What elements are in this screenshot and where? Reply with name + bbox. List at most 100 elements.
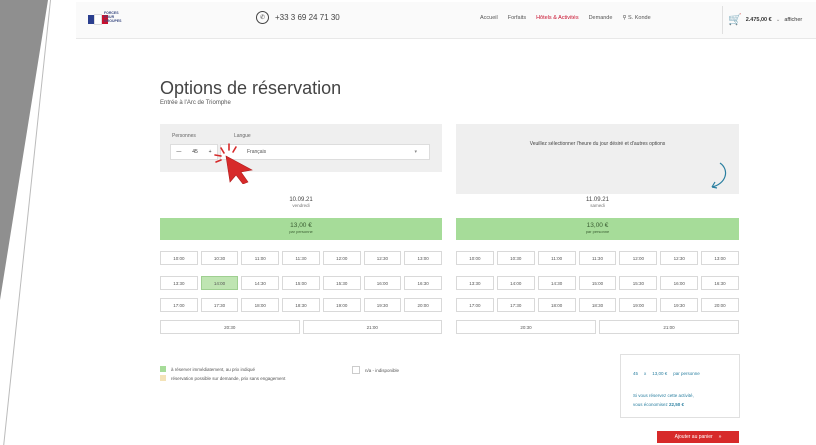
legend-text: réservation possible sur demande, prix s… (171, 375, 286, 381)
time-slot[interactable]: 18:30 (578, 298, 617, 312)
legend-text: n/a - indisponible (365, 367, 400, 373)
day-price-2: 13,00 € par personne (456, 218, 739, 240)
time-slot[interactable]: 13:30 (456, 276, 494, 290)
logo-text: FORCES POUR GROUPES (104, 11, 122, 23)
time-slot[interactable]: 19:00 (619, 298, 658, 312)
phone-number: +33 3 69 24 71 30 (275, 13, 340, 22)
savings-line1: Si vous réservez cette activité, (633, 393, 694, 398)
summary-price-row: 45 x 13,00 € par personne (633, 371, 700, 376)
time-slot[interactable]: 17:30 (496, 298, 535, 312)
top-navigation-bar: FORCES POUR GROUPES ✆ +33 3 69 24 71 30 … (76, 2, 816, 39)
persons-stepper: — 45 + (170, 144, 218, 160)
nav-request[interactable]: Demande (589, 15, 613, 21)
time-slot[interactable]: 21:00 (599, 320, 739, 334)
time-slot[interactable]: 10:00 (160, 251, 198, 265)
price-unit: par personne (585, 229, 610, 234)
time-slot[interactable]: 20:30 (456, 320, 596, 334)
site-logo[interactable]: FORCES POUR GROUPES (88, 11, 122, 26)
time-slot[interactable]: 19:00 (322, 298, 361, 312)
time-slot[interactable]: 10:30 (496, 251, 535, 265)
page-subtitle: Entrée à l'Arc de Triomphe (160, 100, 231, 106)
time-slot[interactable]: 11:00 (241, 251, 280, 265)
time-slot[interactable]: 16:30 (701, 276, 739, 290)
chevron-down-icon: ▾ (414, 149, 417, 155)
pointer-cursor-icon (214, 143, 253, 184)
info-text: Veuillez sélectionner l'heure du jour dé… (529, 141, 666, 147)
time-slot[interactable]: 21:00 (302, 320, 442, 334)
add-to-cart-label: Ajouter au panier (674, 434, 713, 440)
legend-immediate: à réserver immédiatement, au prix indiqu… (160, 366, 255, 372)
nav-packages[interactable]: Forfaits (508, 15, 526, 21)
time-slot[interactable]: 18:30 (282, 298, 320, 312)
time-slot[interactable]: 20:30 (160, 320, 300, 334)
nav-user[interactable]: ⚲ S. Konde (622, 15, 650, 21)
time-slot[interactable]: 14:30 (537, 276, 576, 290)
language-label: Langue (234, 133, 251, 139)
time-slot[interactable]: 16:00 (363, 276, 402, 290)
user-name: S. Konde (628, 15, 651, 21)
time-slot[interactable]: 16:00 (660, 276, 699, 290)
minus-icon[interactable]: — (176, 149, 181, 155)
nav-home[interactable]: Accueil (480, 15, 498, 21)
time-slot[interactable]: 14:00 (496, 276, 535, 290)
day-header-2: 11.09.21 samedi (456, 197, 739, 208)
time-slot[interactable]: 12:30 (660, 251, 699, 265)
summary-qty: 45 (633, 371, 639, 376)
time-slot[interactable]: 14:00 (200, 276, 239, 290)
time-slot[interactable]: 15:30 (322, 276, 361, 290)
add-to-cart-button[interactable]: Ajouter au panier » (657, 431, 739, 443)
summary-times: x (644, 371, 647, 376)
cart-icon: 🛒 (728, 14, 742, 26)
summary-per: par personne (673, 371, 700, 376)
legend-on-request: réservation possible sur demande, prix s… (160, 375, 285, 381)
nav-hotels-activities[interactable]: Hôtels & Activités (536, 15, 579, 21)
decorative-shape (0, 0, 48, 300)
legend-swatch-white (352, 366, 360, 374)
flag-white (94, 13, 102, 25)
time-slot[interactable]: 17:00 (160, 298, 198, 312)
time-slot[interactable]: 17:00 (456, 298, 494, 312)
time-slot[interactable]: 18:00 (537, 298, 576, 312)
day-weekday: samedi (590, 203, 605, 208)
phone-icon: ✆ (256, 11, 269, 24)
persons-value[interactable]: 45 (192, 149, 198, 155)
summary-savings-note: Si vous réservez cette activité, vous éc… (633, 391, 733, 409)
cart-view-link[interactable]: afficher (784, 17, 802, 23)
cart-summary[interactable]: 🛒 2.475,00 € ⌄ afficher (728, 13, 802, 26)
booking-options-panel: Personnes Langue — 45 + Français ▾ (160, 124, 442, 172)
time-slot[interactable]: 19:30 (660, 298, 699, 312)
time-slot[interactable]: 12:30 (363, 251, 402, 265)
time-slot[interactable]: 20:00 (701, 298, 739, 312)
day-header-1: 10.09.21 vendredi (160, 197, 442, 208)
time-slot[interactable]: 10:00 (456, 251, 494, 265)
time-slot[interactable]: 18:00 (241, 298, 280, 312)
time-slot[interactable]: 15:00 (578, 276, 617, 290)
time-slot[interactable]: 11:30 (578, 251, 617, 265)
time-slot[interactable]: 12:00 (619, 251, 658, 265)
persons-label: Personnes (172, 133, 196, 139)
time-slot[interactable]: 13:30 (160, 276, 198, 290)
time-slot[interactable]: 19:30 (363, 298, 402, 312)
day-weekday: vendredi (292, 203, 310, 208)
price-value: 13,00 € (290, 222, 312, 229)
time-slot[interactable]: 12:00 (322, 251, 361, 265)
time-slot[interactable]: 13:00 (404, 251, 442, 265)
time-slot[interactable]: 15:30 (619, 276, 658, 290)
time-slot[interactable]: 11:30 (282, 251, 320, 265)
summary-unit-price: 13,00 € (652, 371, 668, 376)
cart-divider (722, 6, 723, 34)
time-slot[interactable]: 20:00 (404, 298, 442, 312)
time-slot[interactable]: 15:00 (282, 276, 320, 290)
legend-swatch-green (160, 366, 166, 372)
time-slot[interactable]: 10:30 (200, 251, 239, 265)
legend-unavailable: n/a - indisponible (352, 366, 399, 374)
savings-amount: 22,50 € (669, 402, 685, 407)
time-slot[interactable]: 17:30 (200, 298, 239, 312)
phone-contact[interactable]: ✆ +33 3 69 24 71 30 (256, 11, 340, 24)
savings-line2: vous économisez (633, 402, 668, 407)
info-panel: Veuillez sélectionner l'heure du jour dé… (456, 124, 739, 194)
time-slot[interactable]: 11:00 (537, 251, 576, 265)
time-slot[interactable]: 16:30 (404, 276, 442, 290)
time-slot[interactable]: 14:30 (241, 276, 280, 290)
time-slot[interactable]: 13:00 (701, 251, 739, 265)
